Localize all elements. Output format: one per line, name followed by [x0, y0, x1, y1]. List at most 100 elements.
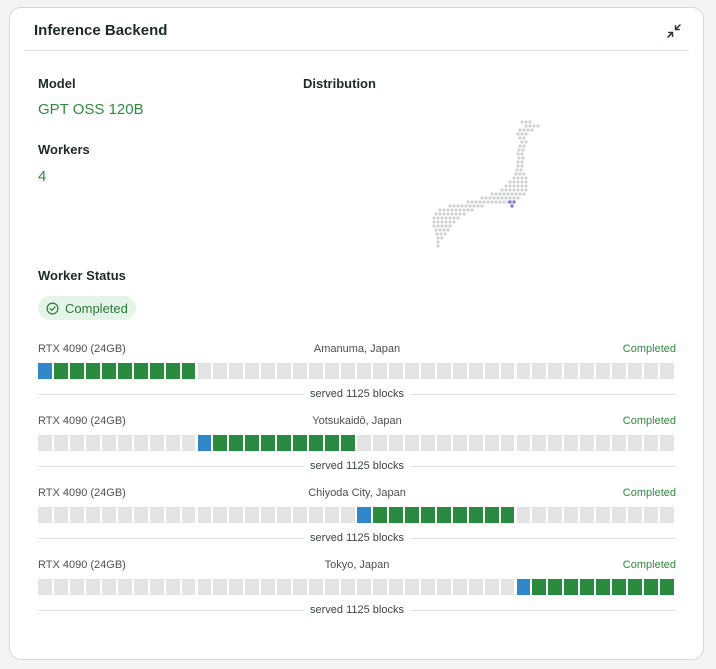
block-cell: [548, 507, 563, 523]
block-cell: [325, 363, 340, 379]
worker-location: Tokyo, Japan: [324, 559, 390, 571]
block-cell: [660, 435, 674, 451]
block-cell: [53, 435, 68, 451]
block-cell: [372, 363, 387, 379]
block-cell: [293, 579, 308, 595]
block-cell: [628, 363, 643, 379]
model-label: Model: [38, 76, 76, 91]
block-cell: [101, 435, 116, 451]
block-cell: [388, 435, 403, 451]
block-cell: [245, 507, 260, 523]
block-cell: [53, 363, 68, 379]
block-cell: [372, 435, 387, 451]
card-header: Inference Backend: [24, 8, 689, 51]
block-cell: [404, 435, 419, 451]
model-value: GPT OSS 120B: [38, 101, 144, 118]
block-cell: [436, 507, 451, 523]
block-cell: [532, 363, 547, 379]
block-cell: [468, 435, 483, 451]
worker-status: Completed: [622, 415, 676, 427]
block-cell: [341, 579, 355, 595]
block-cell: [500, 507, 515, 523]
block-cell: [149, 579, 164, 595]
block-cell: [197, 579, 212, 595]
block-cell: [357, 435, 371, 451]
block-cell: [181, 363, 196, 379]
block-cell: [468, 507, 483, 523]
block-cell: [38, 435, 52, 451]
worker-status: Completed: [622, 487, 676, 499]
block-cell: [564, 507, 579, 523]
block-cell: [38, 579, 52, 595]
block-cell: [85, 579, 100, 595]
block-cell: [133, 363, 148, 379]
block-cell: [213, 363, 228, 379]
block-cell: [341, 507, 355, 523]
block-cell: [404, 363, 419, 379]
block-cell: [197, 507, 212, 523]
block-cell: [261, 435, 276, 451]
served-divider: served 1125 blocks: [38, 460, 676, 472]
worker-status: Completed: [622, 343, 676, 355]
block-cell: [628, 435, 643, 451]
block-cell: [404, 507, 419, 523]
block-cell: [165, 435, 180, 451]
block-cell: [660, 363, 674, 379]
block-cell: [261, 507, 276, 523]
block-cell: [69, 579, 84, 595]
check-circle-icon: [46, 302, 59, 314]
worker-location: Chiyoda City, Japan: [308, 487, 406, 499]
block-cell: [293, 507, 308, 523]
worker-status-label: Worker Status: [38, 268, 126, 283]
block-cell: [85, 363, 100, 379]
block-cell: [85, 435, 100, 451]
block-cell: [532, 435, 547, 451]
distribution-label: Distribution: [303, 76, 376, 91]
block-cell: [516, 507, 531, 523]
block-cell: [181, 435, 196, 451]
block-cell: [628, 579, 643, 595]
block-cell: [341, 435, 355, 451]
block-cell: [420, 435, 435, 451]
block-cell: [357, 507, 371, 523]
block-cell: [436, 579, 451, 595]
block-cell: [596, 507, 611, 523]
block-cell: [564, 579, 579, 595]
block-cell: [341, 363, 355, 379]
block-cell: [229, 435, 244, 451]
block-cell: [357, 363, 371, 379]
block-cell: [325, 435, 340, 451]
block-cell: [564, 363, 579, 379]
card-title: Inference Backend: [34, 22, 168, 39]
block-cell: [101, 507, 116, 523]
block-cell: [484, 507, 499, 523]
collapse-icon[interactable]: [665, 22, 683, 40]
block-cell: [452, 363, 467, 379]
block-cell: [197, 435, 212, 451]
block-cell: [325, 507, 340, 523]
block-cell: [612, 435, 627, 451]
block-cell: [468, 579, 483, 595]
block-cell: [117, 363, 132, 379]
status-badge-label: Completed: [65, 300, 128, 316]
block-cell: [548, 579, 563, 595]
block-cell: [357, 579, 371, 595]
block-cell: [372, 507, 387, 523]
block-cell: [85, 507, 100, 523]
block-cell: [436, 363, 451, 379]
block-cell: [596, 435, 611, 451]
worker-block-bar: [38, 579, 676, 595]
block-cell: [69, 507, 84, 523]
block-cell: [516, 363, 531, 379]
block-cell: [420, 507, 435, 523]
block-cell: [149, 363, 164, 379]
block-cell: [181, 507, 196, 523]
block-cell: [404, 579, 419, 595]
block-cell: [628, 507, 643, 523]
block-cell: [325, 579, 340, 595]
block-cell: [516, 435, 531, 451]
block-cell: [101, 579, 116, 595]
block-cell: [612, 579, 627, 595]
block-cell: [516, 579, 531, 595]
worker-row: RTX 4090 (24GB) Chiyoda City, Japan Comple…: [38, 487, 676, 559]
